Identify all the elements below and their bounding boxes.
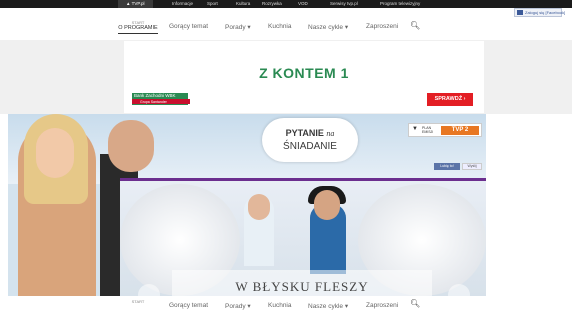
show-logo-line2: ŚNIADANIE bbox=[283, 141, 337, 152]
nav-goracy-temat[interactable]: Gorący temat bbox=[169, 23, 208, 30]
sticky-nav-kuchnia[interactable]: Kuchnia bbox=[268, 302, 292, 309]
show-logo-pytanie: PYTANIE bbox=[285, 128, 324, 138]
show-logo-line1: PYTANIE na bbox=[262, 128, 358, 138]
bank-sub: Grupa Santander bbox=[132, 99, 190, 104]
plan-label: PLAN EMISJI bbox=[422, 126, 434, 134]
sticky-search-icon[interactable]: 🔍︎ bbox=[410, 299, 420, 308]
nav-zaproszeni[interactable]: Zaproszeni bbox=[366, 23, 398, 30]
ad-banner[interactable]: Z KONTEM 1 Bank Zachodni WBK Grupa Santa… bbox=[124, 41, 484, 113]
show-logo-na: na bbox=[326, 129, 335, 138]
ad-cta-button[interactable]: SPRAWDŹ › bbox=[427, 93, 473, 106]
sticky-navigation: START Gorący temat Porady ▾ Kuchnia Nasz… bbox=[0, 296, 572, 310]
topbar-item-informacje[interactable]: Informacje bbox=[172, 0, 193, 8]
topbar-item-tvp[interactable]: ▲ TVP.pl bbox=[118, 0, 153, 8]
nav-porady[interactable]: Porady ▾ bbox=[225, 23, 251, 31]
search-icon[interactable]: 🔍︎ bbox=[410, 21, 420, 30]
tvp2-logo: TVP 2 bbox=[441, 126, 479, 135]
topbar-item-rozrywka[interactable]: Rozrywka bbox=[262, 0, 282, 8]
sticky-nav-porady[interactable]: Porady ▾ bbox=[225, 302, 251, 310]
topbar-item-sport[interactable]: Sport bbox=[207, 0, 218, 8]
presenter-man-face bbox=[108, 120, 154, 172]
topbar-item-program[interactable]: Program telewizyjny bbox=[380, 0, 420, 8]
sticky-nav-nasze-cykle[interactable]: Nasze cykle ▾ bbox=[308, 302, 348, 310]
dropdown-arrow-icon: ▼ bbox=[412, 126, 418, 132]
sticky-nav-goracy-temat[interactable]: Gorący temat bbox=[169, 302, 208, 309]
broadcast-plan-widget[interactable]: ▼ PLAN EMISJI TVP 2 bbox=[408, 123, 482, 137]
nav-nasze-cykle[interactable]: Nasze cykle ▾ bbox=[308, 23, 348, 31]
guest-woman-2-face bbox=[314, 190, 340, 220]
share-button[interactable]: Wyślij bbox=[462, 163, 482, 170]
guest-woman-1-face bbox=[248, 194, 270, 220]
facebook-like-button[interactable]: Lubię to! bbox=[434, 163, 460, 170]
show-logo[interactable]: PYTANIE na ŚNIADANIE bbox=[262, 118, 358, 162]
presenter-woman-face bbox=[36, 128, 74, 178]
topbar-item-kultura[interactable]: Kultura bbox=[236, 0, 250, 8]
main-navigation: START O PROGRAMIE Gorący temat Porady ▾ … bbox=[0, 14, 572, 42]
bank-logo: Bank Zachodni WBK Grupa Santander bbox=[132, 93, 190, 105]
sticky-nav-start[interactable]: START bbox=[118, 299, 158, 304]
nav-o-programie[interactable]: O PROGRAMIE bbox=[118, 25, 158, 34]
top-portal-bar: ▲ TVP.pl Informacje Sport Kultura Rozryw… bbox=[0, 0, 572, 8]
topbar-item-vod[interactable]: VOD bbox=[298, 0, 308, 8]
topbar-item-serwisy[interactable]: Serwisy tvp.pl bbox=[330, 0, 358, 8]
social-buttons: Lubię to! Wyślij bbox=[434, 163, 482, 170]
nav-kuchnia[interactable]: Kuchnia bbox=[268, 23, 292, 30]
sticky-nav-zaproszeni[interactable]: Zaproszeni bbox=[366, 302, 398, 309]
accent-stripe bbox=[120, 178, 486, 181]
ad-headline: Z KONTEM 1 bbox=[259, 65, 349, 81]
bank-name: Bank Zachodni WBK bbox=[134, 93, 176, 98]
hero-banner bbox=[8, 114, 486, 296]
